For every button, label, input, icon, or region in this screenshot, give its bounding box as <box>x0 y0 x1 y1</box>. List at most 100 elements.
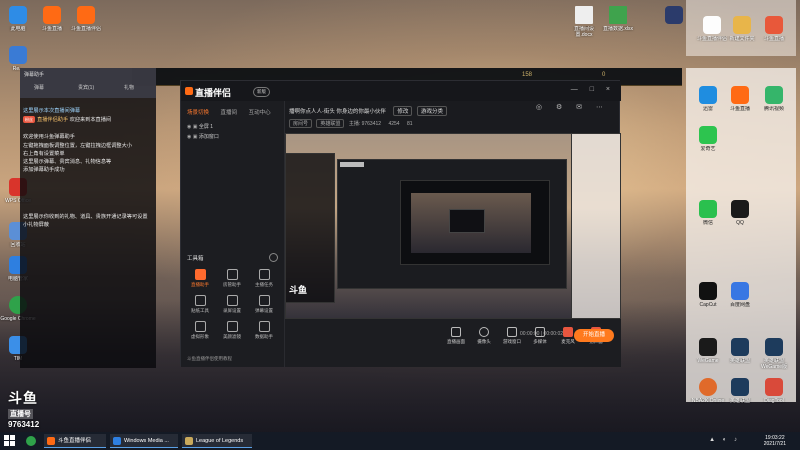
play-icon <box>765 86 783 104</box>
taskbar-app-media[interactable]: Windows Media ... <box>110 434 178 448</box>
edit-title-button[interactable]: 修改 <box>393 106 413 116</box>
chat-message: 这里展示你收到的礼物、道具、贵族开通记录等可设置小礼物屏蔽 <box>23 214 148 228</box>
desktop-icon-lol-wegame[interactable]: 英雄联盟WeGame版 <box>756 338 792 370</box>
desktop-icon-right-top-1[interactable]: 新建文件夹 <box>724 16 760 42</box>
desktop-icon-capcut[interactable]: CapCut <box>690 282 726 308</box>
tool-item[interactable]: 数据助手 <box>249 321 279 340</box>
preview-right-panel <box>571 133 621 319</box>
chat-message: 粉丝 直播伴侣助手 欢迎来到本直播间 <box>23 116 112 124</box>
danmu-chat-panel[interactable]: 弹幕助手 弹幕 贵宾(1) 礼物 这里展示本次直播间弹幕 粉丝 直播伴侣助手 欢迎… <box>20 68 156 368</box>
tool-icon <box>226 321 238 332</box>
desktop-icon-douyu-companion[interactable]: 斗鱼直播伴侣 <box>68 6 104 32</box>
live-preview[interactable]: 斗鱼 <box>285 133 621 319</box>
tool-item[interactable]: 直播助手 <box>185 269 215 288</box>
folder-icon <box>703 16 721 34</box>
camera-button[interactable]: 摄像头 <box>471 327 497 345</box>
lol-icon <box>765 338 783 356</box>
tutorial-link[interactable]: 斗鱼直播伴侣使用教程 <box>187 356 232 362</box>
room-title: 播啊你点人人-街头 你身边的你最小伙伴 <box>289 109 386 115</box>
tool-item[interactable]: 美颜滤镜 <box>217 321 247 340</box>
toolbox-settings-icon[interactable] <box>269 253 278 262</box>
start-live-button[interactable]: 开始直播 <box>574 329 614 342</box>
chat-header: 弹幕助手 弹幕 贵宾(1) 礼物 <box>20 68 156 98</box>
header-action-icons[interactable]: ◎ ⚙ ✉ ⋯ <box>536 103 609 111</box>
computer-icon <box>9 6 27 24</box>
tool-icon <box>258 269 270 280</box>
lol-icon <box>185 437 193 445</box>
taskbar-app-lol[interactable]: League of Legends <box>182 434 252 448</box>
lol-coins-left: 158 <box>522 72 533 78</box>
eye-icon[interactable]: ◉ ▣ <box>187 134 199 140</box>
desktop-icon-xunlei[interactable]: 迅雷 <box>690 86 726 112</box>
desktop-file-docx[interactable]: 直播间设置.docx <box>566 6 602 38</box>
tray-icons[interactable]: ▲ ◐ ♪ <box>709 437 740 443</box>
window-controls[interactable]: — □ × <box>571 86 615 93</box>
desktop-icon-right-top-2[interactable]: 斗鱼直播 <box>756 16 792 42</box>
desktop-icon-douyu[interactable]: 斗鱼直播 <box>34 6 70 32</box>
chrome-taskbar-icon[interactable] <box>26 436 36 446</box>
chat-message: 左键拖拽面板调整位置，左键拉拽边框调整大小 <box>23 142 132 149</box>
desktop-icon-tool[interactable] <box>656 6 692 26</box>
chat-tab-vip[interactable]: 贵宾(1) <box>78 84 94 91</box>
wegame-icon <box>699 338 717 356</box>
eye-icon[interactable]: ◉ ▣ <box>187 124 199 130</box>
preview-inner-window <box>337 159 567 289</box>
wechat-icon <box>699 200 717 218</box>
tool-item[interactable]: 房管助手 <box>217 269 247 288</box>
desktop-icon-wegame[interactable]: WeGame <box>690 338 726 364</box>
taskbar-app-douyu[interactable]: 斗鱼直播伴侣 <box>44 434 106 448</box>
broadcaster-id: 主播: 9763412 <box>348 121 382 127</box>
windows-start-icon[interactable] <box>4 435 16 447</box>
tool-icon <box>194 295 206 306</box>
preview-chat <box>285 153 335 303</box>
desktop-icon-lol[interactable]: 英雄联盟 <box>722 338 758 364</box>
desktop-icon-douyu-right[interactable]: 斗鱼直播 <box>722 86 758 112</box>
left-tabs: 场景切换 直播间 互动中心 <box>187 108 281 116</box>
viewer-count: 81 <box>406 121 413 127</box>
desktop-icon-baidu-pan[interactable]: 百度网盘 <box>722 282 758 308</box>
douyu-icon <box>43 6 61 24</box>
douyu-watermark: 斗鱼 直播号 9763412 <box>8 388 68 429</box>
tool-item[interactable]: 贴纸工具 <box>185 295 215 314</box>
desktop-icon-lol-2[interactable]: 英雄联盟 <box>722 378 758 404</box>
desktop-icon-diagtool[interactable]: DiagTool <box>756 378 792 404</box>
scene-item[interactable]: ◉ ▣ 全屏 1 <box>187 123 213 130</box>
chat-tab-gift[interactable]: 礼物 <box>124 84 134 91</box>
tool-item[interactable]: 弹幕设置 <box>249 295 279 314</box>
followers-count: 4254 <box>388 121 400 127</box>
tool-item[interactable]: 虚拟形象 <box>185 321 215 340</box>
scene-source-button[interactable]: 直播画面 <box>443 327 469 345</box>
desktop-icon-iqiyi[interactable]: 爱奇艺 <box>690 126 726 152</box>
tool-icon <box>194 269 206 280</box>
tab-scene[interactable]: 场景切换 <box>187 110 209 116</box>
category-button[interactable]: 游戏分类 <box>416 106 447 116</box>
desktop-icon-this-pc[interactable]: 此电脑 <box>0 6 36 32</box>
scene-item[interactable]: ◉ ▣ 添加窗口 <box>187 133 219 140</box>
tool-icon <box>194 321 206 332</box>
tab-room[interactable]: 直播间 <box>221 110 238 116</box>
tab-interact[interactable]: 互动中心 <box>249 110 271 116</box>
bottom-control-bar: 直播画面 摄像头 游戏窗口 多媒体 麦克风 扬声器 <box>285 319 621 367</box>
cube-icon <box>665 6 683 24</box>
chat-tab-danmu[interactable]: 弹幕 <box>34 84 44 91</box>
desktop-icon-nba2k[interactable]: NBA2K Online <box>690 378 726 404</box>
chat-message: 欢迎使用斗鱼弹幕助手 <box>23 134 75 141</box>
chat-nick[interactable]: 直播伴侣助手 <box>37 117 68 123</box>
qq-icon <box>731 200 749 218</box>
tool-item[interactable]: 主播任务 <box>249 269 279 288</box>
system-clock[interactable]: 19:03:22 2021/7/21 <box>764 435 786 447</box>
desktop-icon-tencent-video[interactable]: 腾讯视频 <box>756 86 792 112</box>
category-tag[interactable]: 英雄联盟 <box>316 119 345 128</box>
chat-message-list: 这里展示本次直播间弹幕 粉丝 直播伴侣助手 欢迎来到本直播间 欢迎使用斗鱼弹幕助手… <box>23 108 151 230</box>
preview-watermark: 斗鱼 <box>289 285 308 295</box>
tool-item[interactable]: 录屏设置 <box>217 295 247 314</box>
version-badge[interactable]: 新版 <box>253 87 270 97</box>
preview-nested <box>400 180 550 265</box>
douyu-icon <box>47 437 55 445</box>
desktop-icon-wechat[interactable]: 微信 <box>690 200 726 226</box>
douyu-companion-window[interactable]: 直播伴侣 新版 — □ × 场景切换 直播间 互动中心 ◉ ▣ 全屏 1 ◉ ▣… <box>180 80 621 367</box>
tool-icon <box>258 295 270 306</box>
desktop-icon-qq[interactable]: QQ <box>722 200 758 226</box>
room-number-label: 房间号 <box>289 119 313 128</box>
desktop-file-xlsx[interactable]: 直播数据.xlsx <box>600 6 636 32</box>
